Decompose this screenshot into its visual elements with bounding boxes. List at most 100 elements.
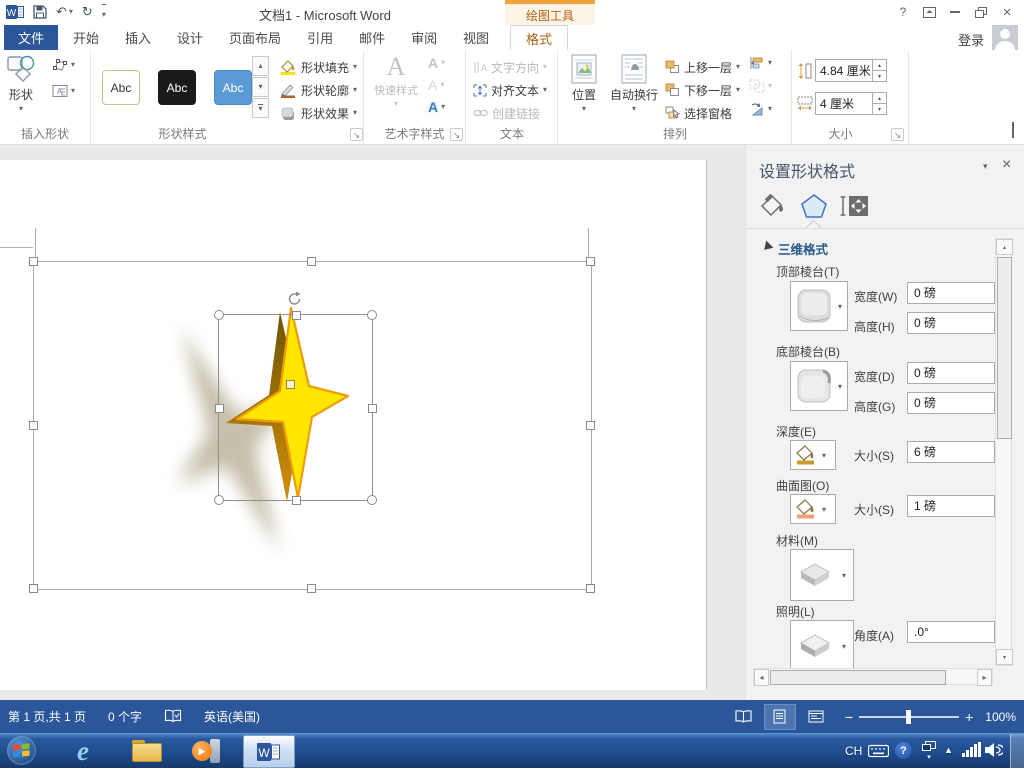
resize-handle-e[interactable] (368, 404, 377, 413)
adjust-handle[interactable] (286, 380, 295, 389)
tray-keyboard-icon[interactable] (867, 744, 890, 761)
section-expand-triangle[interactable] (760, 240, 774, 254)
top-bevel-height-input[interactable]: 0 磅 (907, 312, 995, 334)
bottom-bevel-height-input[interactable]: 0 磅 (907, 392, 995, 414)
scroll-left-button[interactable]: ◂ (754, 669, 769, 686)
scroll-up-button[interactable]: ▴ (996, 239, 1013, 255)
top-bevel-dropdown[interactable]: ▾ (790, 281, 848, 331)
tab-format-active[interactable]: 格式 (510, 25, 568, 50)
tab-insert[interactable]: 插入 (112, 25, 164, 50)
text-fill-button[interactable]: A ▾ (428, 55, 445, 71)
resize-handle-ne[interactable] (367, 310, 377, 320)
shape-effects-button[interactable]: 形状效果 ▾ (280, 102, 357, 124)
shape-style-swatch-2[interactable]: Abc (158, 70, 196, 105)
show-desktop-button[interactable] (1010, 734, 1024, 769)
section-3d-format[interactable]: 三维格式 (778, 239, 828, 258)
style-gallery-more-button[interactable]: ▾ (252, 98, 269, 118)
rotation-handle[interactable] (287, 291, 303, 307)
ribbon-display-options-button[interactable] (916, 1, 942, 23)
shape-style-swatch-3[interactable]: Abc (214, 70, 252, 105)
zoom-slider-thumb[interactable] (906, 709, 912, 724)
shape-style-swatch-1[interactable]: Abc (102, 70, 140, 105)
tab-review[interactable]: 审阅 (398, 25, 450, 50)
lighting-dropdown[interactable]: ▾ (790, 620, 854, 672)
pane-vertical-scrollbar[interactable]: ▴ ▾ (995, 238, 1013, 666)
resize-handle-se[interactable] (367, 495, 377, 505)
undo-caret-icon[interactable]: ▾ (69, 8, 73, 16)
document-area[interactable] (0, 145, 745, 700)
bottom-bevel-dropdown[interactable]: ▾ (790, 361, 848, 411)
tray-language-indicator[interactable]: CH (845, 744, 862, 758)
tab-references[interactable]: 引用 (294, 25, 346, 50)
tab-mailings[interactable]: 邮件 (346, 25, 398, 50)
draw-text-box-button[interactable]: A ▾ (52, 84, 75, 98)
tray-help-icon[interactable]: ? (895, 742, 912, 759)
material-dropdown[interactable]: ▾ (790, 549, 854, 601)
tray-window-icon[interactable]: ▾ (922, 740, 936, 761)
scroll-right-button[interactable]: ▸ (977, 669, 992, 686)
style-gallery-down-button[interactable]: ▾ (252, 77, 269, 97)
help-button[interactable]: ? (890, 1, 916, 23)
word-taskbar-button[interactable]: W (243, 735, 295, 768)
layout-properties-tab[interactable] (840, 193, 868, 222)
resize-handle-w[interactable] (215, 404, 224, 413)
fill-line-tab[interactable] (758, 193, 786, 222)
language-status[interactable]: 英语(美国) (204, 708, 260, 725)
resize-handle-nw[interactable] (214, 310, 224, 320)
height-spin-down[interactable]: ▾ (873, 70, 886, 81)
shapes-button[interactable]: 形状 ▾ (6, 54, 36, 113)
restore-button[interactable] (968, 1, 994, 23)
undo-button[interactable]: ↶ ▾ (56, 4, 73, 20)
avatar[interactable] (992, 25, 1018, 50)
depth-color-dropdown[interactable]: ▾ (790, 440, 836, 470)
drawing-tools-context-header[interactable]: 绘图工具 (505, 0, 595, 25)
top-bevel-width-input[interactable]: 0 磅 (907, 282, 995, 304)
edit-shape-button[interactable]: ▾ (52, 58, 75, 72)
tab-design[interactable]: 设计 (164, 25, 216, 50)
tray-network-icon[interactable] (962, 742, 981, 761)
effects-tab-selected[interactable] (800, 193, 828, 222)
read-mode-button[interactable] (729, 705, 759, 729)
group-objects-button[interactable]: ▾ (749, 79, 772, 93)
text-effects-button[interactable]: A ▾ (428, 99, 445, 115)
width-spin-up[interactable]: ▴ (873, 93, 886, 103)
size-dialog-launcher[interactable]: ↘ (891, 128, 904, 141)
sign-in-link[interactable]: 登录 (958, 30, 984, 49)
resize-handle-s[interactable] (292, 496, 301, 505)
resize-handle-n[interactable] (292, 311, 301, 320)
send-backward-button[interactable]: 下移一层 ▾ (665, 79, 740, 101)
contour-size-input[interactable]: 1 磅 (907, 495, 995, 517)
print-layout-button[interactable] (763, 703, 796, 730)
height-spin-up[interactable]: ▴ (873, 60, 886, 70)
bring-forward-button[interactable]: 上移一层 ▾ (665, 56, 740, 78)
text-direction-button[interactable]: A 文字方向 ▾ (473, 56, 547, 78)
collapse-ribbon-button[interactable] (1012, 122, 1014, 138)
selection-pane-button[interactable]: 选择窗格 (665, 102, 732, 124)
file-explorer-icon[interactable] (132, 740, 162, 762)
page-number-status[interactable]: 第 1 页,共 1 页 (8, 708, 86, 725)
scroll-thumb[interactable] (997, 257, 1012, 439)
quick-styles-button[interactable]: A 快速样式 ▾ (370, 54, 422, 108)
align-text-button[interactable]: 对齐文本 ▾ (473, 79, 547, 101)
shape-outline-button[interactable]: 形状轮廓 ▾ (280, 79, 357, 101)
redo-button[interactable]: ↻ (82, 4, 93, 20)
rotate-objects-button[interactable]: ▾ (749, 102, 772, 116)
qat-customize-button[interactable]: ▾ (101, 4, 106, 20)
shape-width-input[interactable]: 4 厘米 ▴ ▾ (815, 92, 887, 115)
tab-page-layout[interactable]: 页面布局 (216, 25, 294, 50)
wrap-text-button[interactable]: 自动换行 ▾ (607, 54, 661, 113)
save-icon[interactable] (33, 5, 47, 19)
text-outline-button[interactable]: A ▾ (428, 77, 444, 93)
lighting-angle-input[interactable]: .0° (907, 621, 995, 643)
proofing-status-icon[interactable] (164, 709, 182, 724)
bottom-bevel-width-input[interactable]: 0 磅 (907, 362, 995, 384)
internet-explorer-icon[interactable]: e (68, 736, 98, 766)
start-button[interactable] (7, 736, 36, 765)
web-layout-button[interactable] (801, 705, 831, 729)
tray-volume-icon[interactable] (985, 742, 1005, 761)
zoom-out-button[interactable]: − (845, 709, 853, 725)
minimize-button[interactable] (942, 1, 968, 23)
resize-handle-sw[interactable] (214, 495, 224, 505)
scroll-down-button[interactable]: ▾ (996, 649, 1013, 665)
zoom-slider[interactable] (859, 709, 960, 724)
